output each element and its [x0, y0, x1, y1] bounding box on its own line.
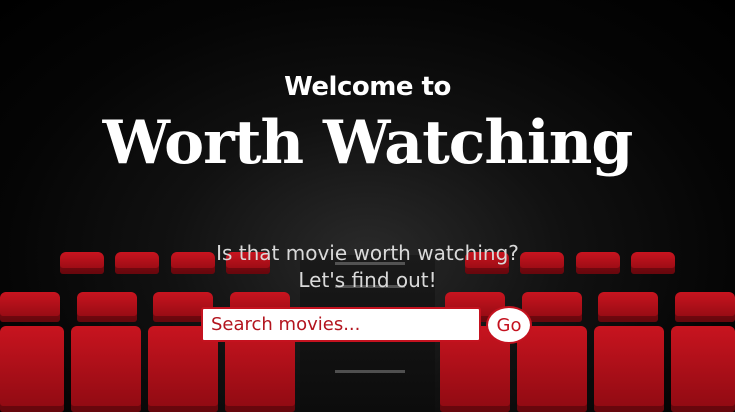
go-button[interactable]: Go	[486, 306, 532, 344]
site-title: Worth Watching	[102, 108, 634, 178]
welcome-heading: Welcome to	[284, 72, 451, 102]
tagline-line-1: Is that movie worth watching?	[216, 241, 519, 265]
hero: Welcome to Worth Watching Is that movie …	[0, 0, 735, 412]
search-input[interactable]	[201, 307, 481, 342]
tagline-line-2: Let's find out!	[298, 268, 437, 292]
